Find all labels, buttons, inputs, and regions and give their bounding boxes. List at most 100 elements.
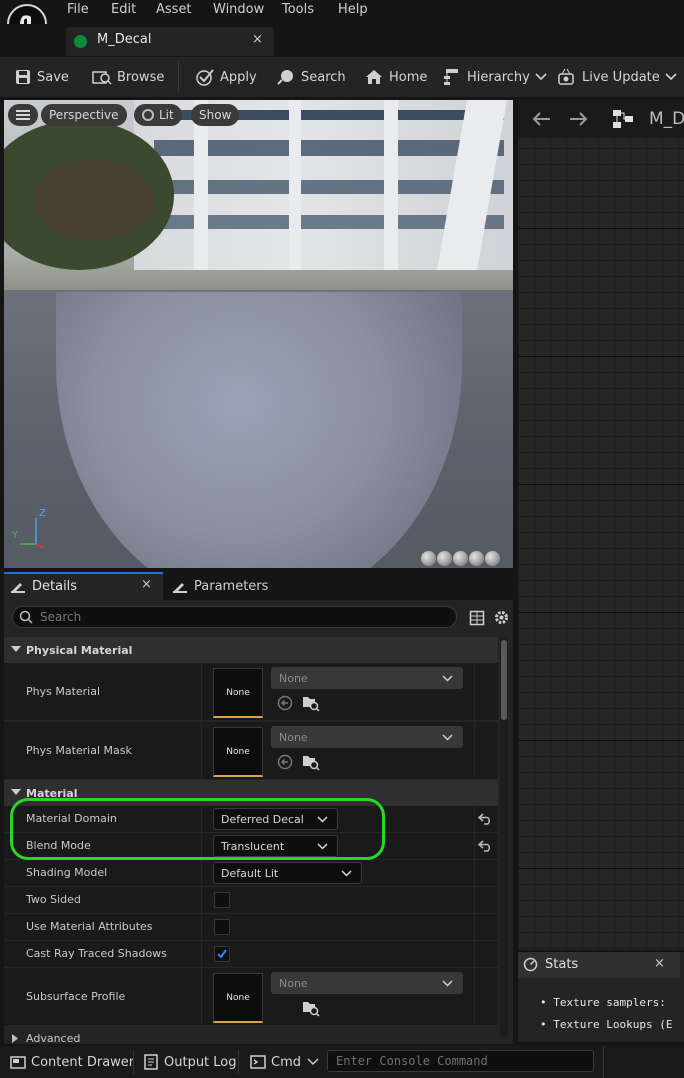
property-row-phys-material: Phys Material None None <box>4 663 498 721</box>
stats-line: • Texture Lookups (E <box>540 1018 673 1031</box>
chevron-down-icon <box>442 980 453 987</box>
apply-label: Apply <box>220 69 257 85</box>
subsurface-profile-thumbnail[interactable]: None <box>213 973 263 1023</box>
viewport-menu-button[interactable] <box>8 104 38 126</box>
save-button[interactable]: Save <box>14 66 69 88</box>
document-tab-m-decal[interactable]: M_Decal × <box>66 27 274 56</box>
parameters-icon <box>173 583 187 593</box>
menu-edit[interactable]: Edit <box>111 2 136 17</box>
graph-hierarchy-icon[interactable] <box>611 108 635 130</box>
cube-preview-icon <box>469 551 484 566</box>
browse-folder-icon[interactable] <box>302 753 320 771</box>
lit-label: Lit <box>159 108 174 122</box>
save-icon <box>16 70 30 84</box>
content-drawer-icon <box>10 1056 26 1069</box>
use-selected-arrow-icon[interactable] <box>277 754 293 770</box>
property-row-phys-material-mask: Phys Material Mask None None <box>4 722 498 780</box>
chevron-down-icon <box>442 734 453 741</box>
menu-window[interactable]: Window <box>213 2 264 17</box>
property-row-use-material-attributes: Use Material Attributes <box>4 914 498 941</box>
close-details-tab-icon[interactable]: × <box>141 577 152 592</box>
menu-help[interactable]: Help <box>338 2 368 17</box>
property-label-two-sided: Two Sided <box>26 893 81 906</box>
phys-material-picker-value: None <box>279 671 308 685</box>
phys-material-mask-thumbnail[interactable]: None <box>213 727 263 777</box>
use-material-attributes-checkbox[interactable] <box>214 919 230 935</box>
cmd-dropdown[interactable]: Cmd <box>250 1047 319 1077</box>
subsurface-profile-picker-value: None <box>279 976 308 990</box>
hierarchy-dropdown[interactable]: Hierarchy <box>442 66 553 88</box>
reset-to-default-icon[interactable] <box>478 840 492 852</box>
back-arrow-icon[interactable] <box>530 110 552 128</box>
material-asset-icon <box>74 35 87 48</box>
lit-icon <box>142 109 154 121</box>
preview-mesh-buttons[interactable] <box>421 551 500 566</box>
console-command-input[interactable]: Enter Console Command <box>327 1050 594 1072</box>
close-tab-icon[interactable]: × <box>252 32 263 47</box>
chevron-down-icon <box>442 675 453 682</box>
browse-label: Browse <box>117 69 165 85</box>
use-selected-arrow-icon[interactable] <box>277 695 293 711</box>
search-icon <box>19 610 33 624</box>
material-preview-viewport[interactable]: Perspective Lit Show Z Y <box>4 100 513 568</box>
plane-preview-icon <box>453 551 468 566</box>
property-row-subsurface-profile: Subsurface Profile None None <box>4 968 498 1026</box>
property-label-phys-material: Phys Material <box>26 685 101 698</box>
phys-material-mask-picker-value: None <box>279 730 308 744</box>
property-label-shading-model: Shading Model <box>26 866 108 879</box>
subsurface-profile-asset-picker[interactable]: None <box>271 972 463 994</box>
menu-file[interactable]: File <box>67 2 89 17</box>
settings-gear-icon[interactable] <box>493 609 510 626</box>
home-label: Home <box>389 69 428 85</box>
browse-button[interactable]: Browse <box>92 66 164 88</box>
category-advanced[interactable]: Advanced <box>4 1027 498 1044</box>
annotation-highlight-outline <box>10 798 385 860</box>
perspective-button[interactable]: Perspective <box>41 104 127 126</box>
category-physical-material[interactable]: Physical Material <box>4 637 498 663</box>
apply-button[interactable]: Apply <box>195 66 257 88</box>
category-advanced-label: Advanced <box>26 1032 81 1044</box>
output-log-icon <box>144 1054 158 1070</box>
sphere-preview-icon <box>437 551 452 566</box>
chevron-right-icon <box>12 1034 18 1043</box>
close-stats-tab-icon[interactable]: × <box>654 956 665 971</box>
live-update-dropdown[interactable]: Live Update <box>557 66 683 88</box>
phys-material-mask-asset-picker[interactable]: None <box>271 726 463 748</box>
search-label: Search <box>301 69 346 85</box>
details-tab-label: Details <box>32 578 78 594</box>
menu-tools[interactable]: Tools <box>282 2 314 17</box>
phys-material-asset-picker[interactable]: None <box>271 667 463 689</box>
stats-icon <box>523 957 538 972</box>
table-view-icon[interactable] <box>469 610 485 626</box>
property-row-shading-model: Shading Model Default Lit <box>4 860 498 887</box>
two-sided-checkbox[interactable] <box>214 892 230 908</box>
search-button[interactable]: Search <box>276 66 346 88</box>
hierarchy-label: Hierarchy <box>467 69 530 85</box>
output-log-button[interactable]: Output Log <box>144 1047 237 1077</box>
browse-folder-icon[interactable] <box>302 694 320 712</box>
background-foliage <box>34 160 154 240</box>
browse-folder-icon[interactable] <box>302 999 320 1017</box>
reset-to-default-icon[interactable] <box>478 813 492 825</box>
shading-model-dropdown[interactable]: Default Lit <box>213 862 362 884</box>
details-scrollbar-thumb[interactable] <box>501 640 507 720</box>
panel-splitter[interactable] <box>514 100 518 1046</box>
show-button[interactable]: Show <box>191 104 240 126</box>
cast-ray-traced-shadows-checkbox[interactable] <box>214 946 230 962</box>
tab-parameters[interactable]: Parameters <box>172 572 268 600</box>
content-drawer-button[interactable]: Content Drawer <box>10 1047 134 1077</box>
preview-sphere-mesh <box>56 292 462 568</box>
tab-stats[interactable]: Stats × <box>518 952 680 978</box>
forward-arrow-icon[interactable] <box>568 110 590 128</box>
terminal-icon <box>250 1055 266 1069</box>
menu-asset[interactable]: Asset <box>156 2 192 17</box>
lit-mode-button[interactable]: Lit <box>134 104 182 126</box>
details-search-input[interactable]: Search <box>12 606 457 628</box>
save-label: Save <box>37 69 69 85</box>
home-button[interactable]: Home <box>364 66 427 88</box>
details-tab-content: Details <box>10 572 77 600</box>
axis-y-label: Y <box>12 530 19 541</box>
material-graph-canvas[interactable] <box>518 100 684 950</box>
phys-material-thumbnail[interactable]: None <box>213 668 263 718</box>
browse-icon <box>92 71 112 85</box>
